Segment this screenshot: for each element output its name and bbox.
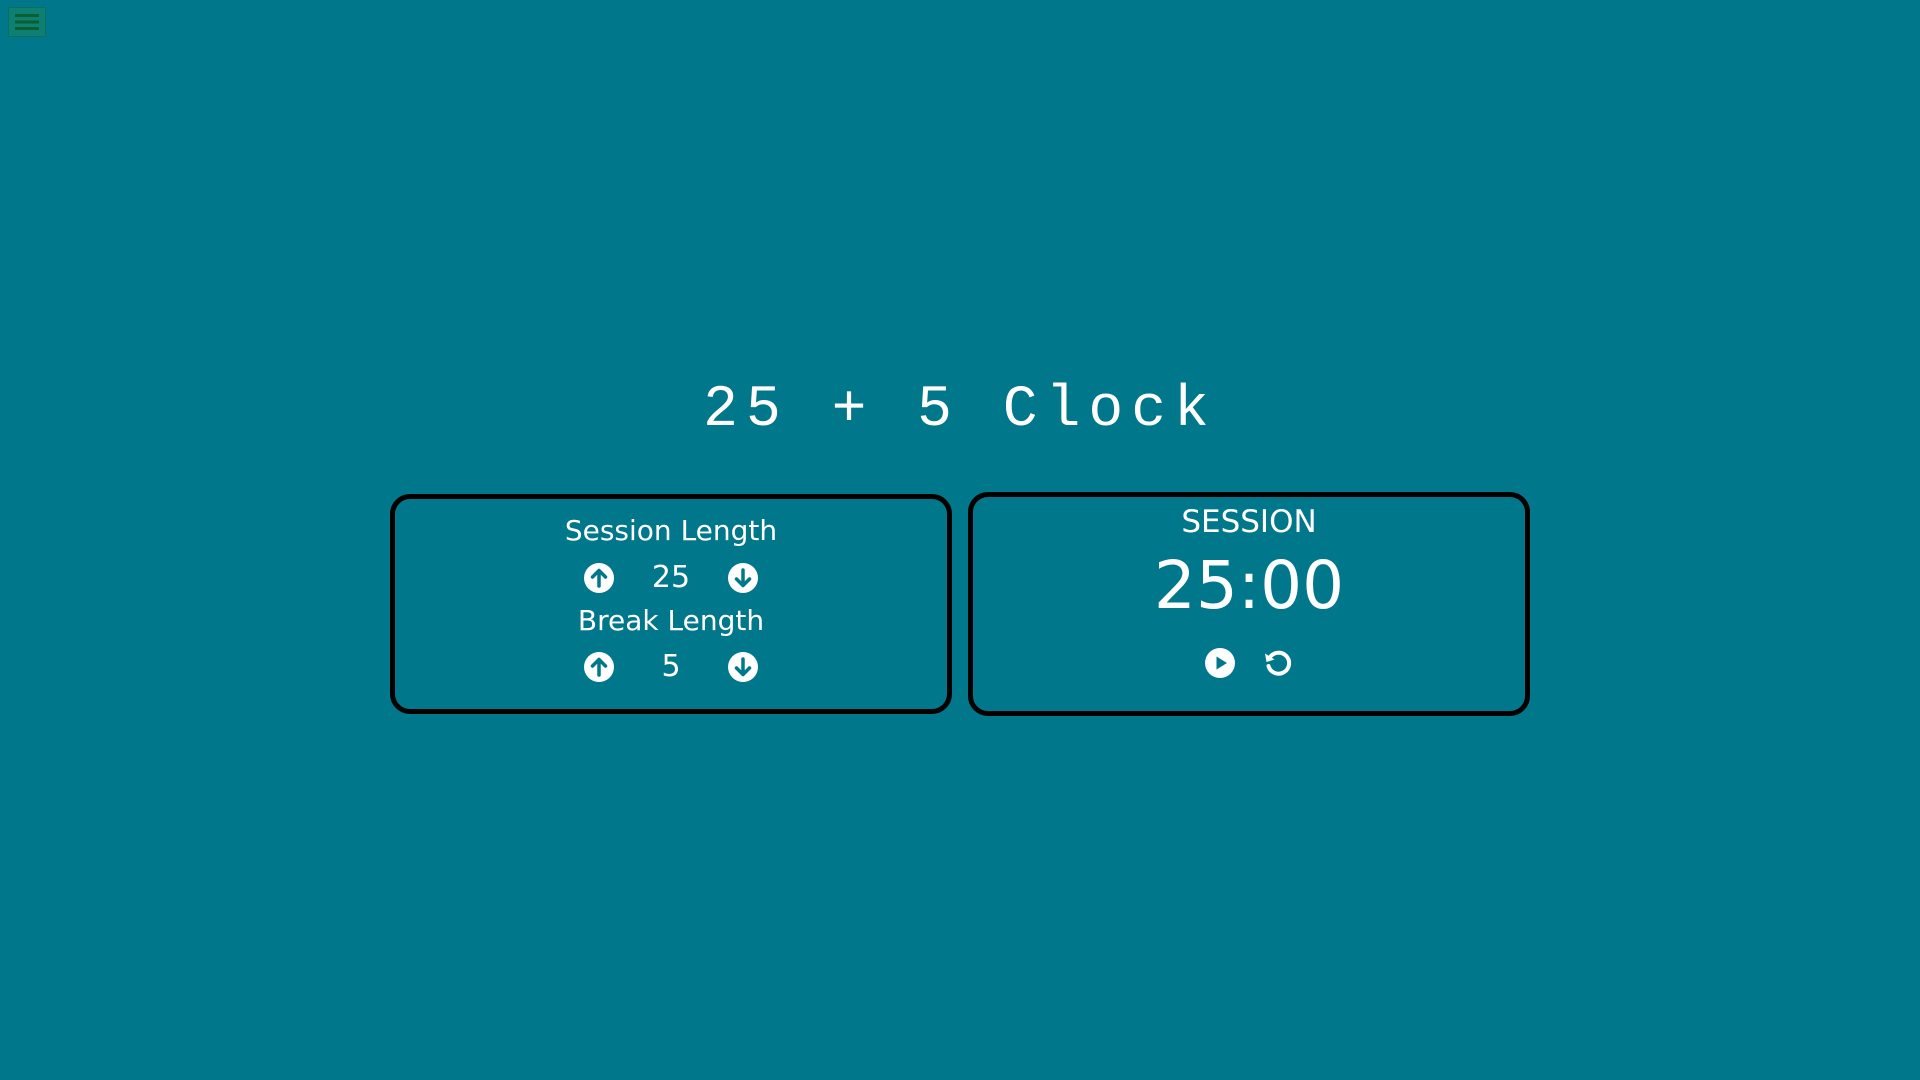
page-title: 25 + 5 Clock <box>703 378 1217 443</box>
time-left-display: 25:00 <box>1153 547 1345 624</box>
break-length-value: 5 <box>661 649 681 684</box>
break-increment-button[interactable] <box>582 650 616 684</box>
timer-controls <box>973 646 1525 680</box>
reset-icon <box>1265 650 1292 676</box>
play-circle-icon <box>1205 648 1235 678</box>
arrow-down-circle-icon <box>728 563 758 593</box>
menu-button[interactable] <box>8 7 46 37</box>
timer-label: SESSION <box>1181 504 1317 540</box>
break-length-controls: 5 <box>395 649 947 685</box>
start-stop-button[interactable] <box>1203 646 1237 680</box>
reset-button[interactable] <box>1261 646 1295 680</box>
timer-panel: SESSION 25:00 <box>968 492 1530 716</box>
arrow-up-circle-icon <box>584 563 614 593</box>
length-settings-panel: Session Length 25 Break Length 5 <box>390 494 952 714</box>
arrow-up-circle-icon <box>584 652 614 682</box>
session-length-value: 25 <box>651 560 691 595</box>
session-length-label: Session Length <box>564 514 778 547</box>
arrow-down-circle-icon <box>728 652 758 682</box>
session-length-controls: 25 <box>395 560 947 596</box>
session-decrement-button[interactable] <box>726 561 760 595</box>
break-length-label: Break Length <box>577 604 765 637</box>
hamburger-menu-icon <box>15 14 39 30</box>
session-increment-button[interactable] <box>582 561 616 595</box>
break-decrement-button[interactable] <box>726 650 760 684</box>
